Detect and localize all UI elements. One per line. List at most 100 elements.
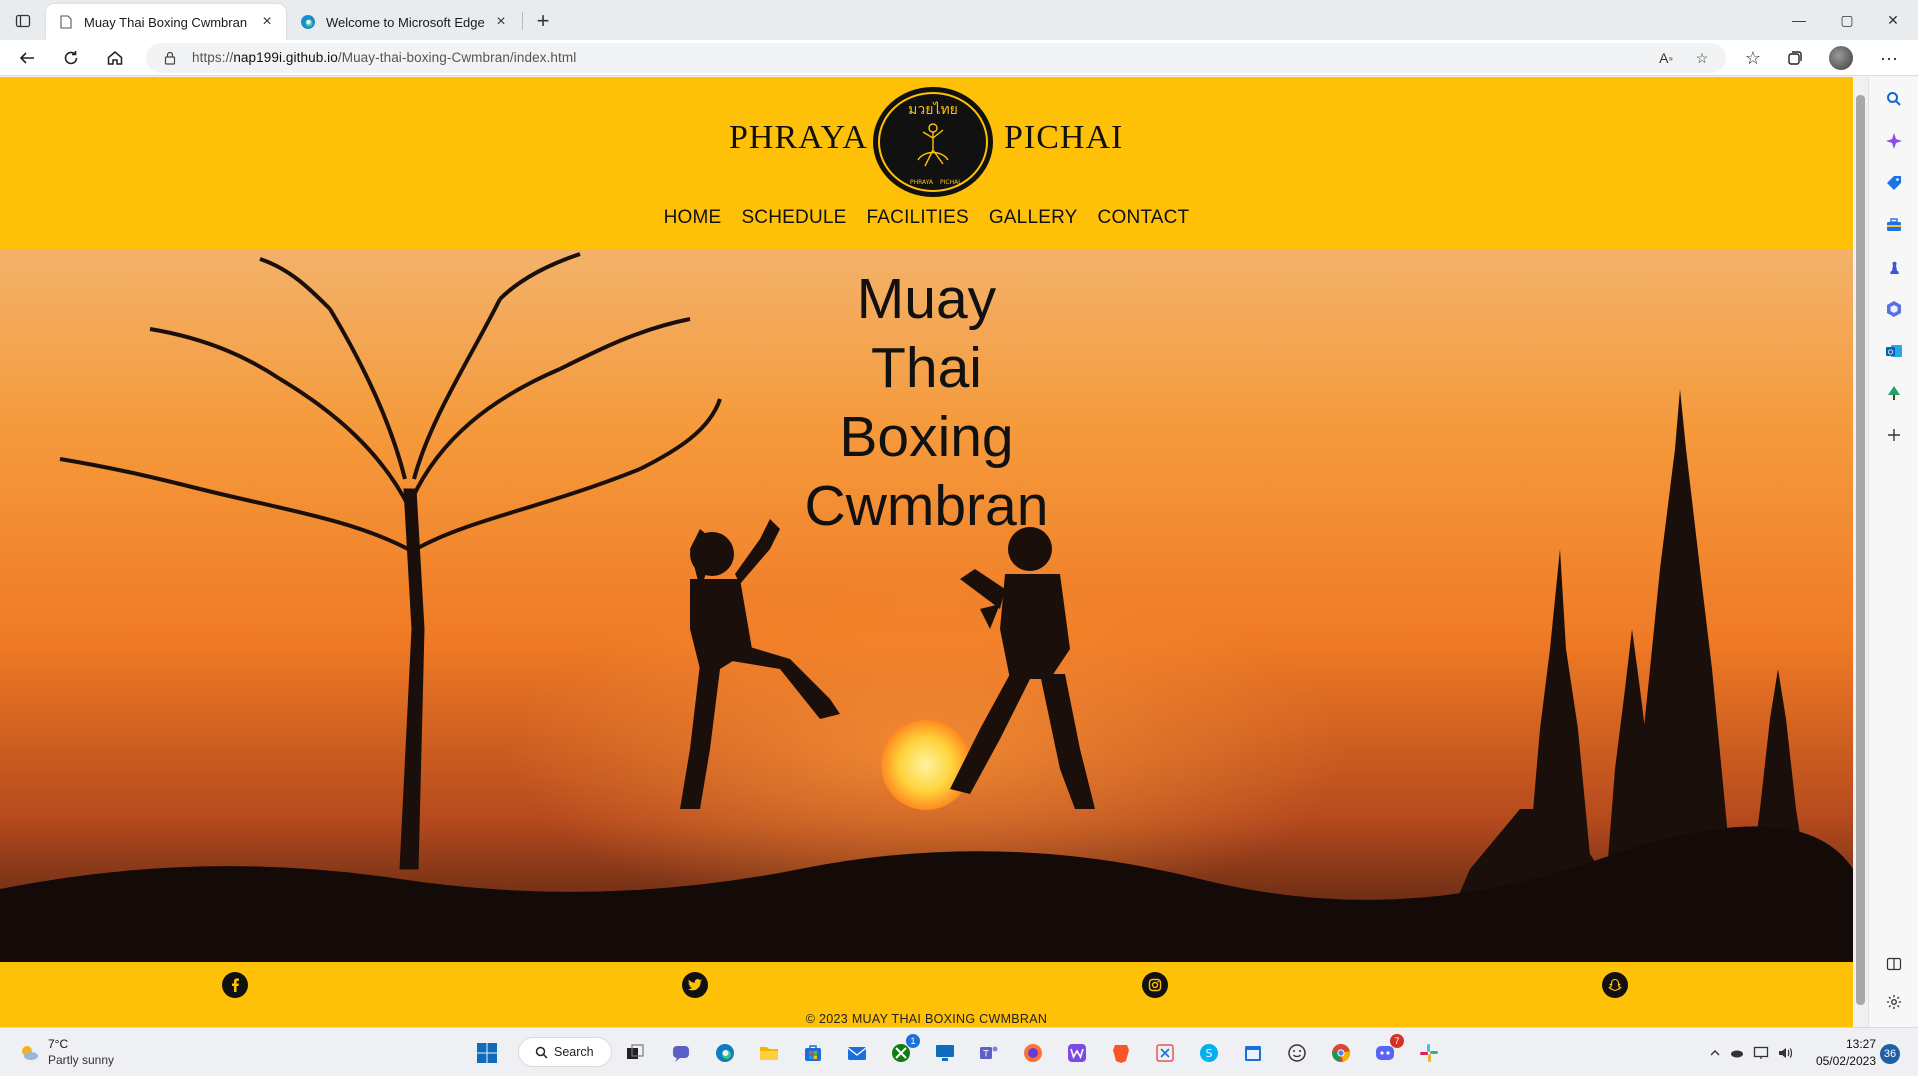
teams-chat-icon[interactable] xyxy=(666,1038,696,1068)
snipping-tool-icon[interactable] xyxy=(1150,1038,1180,1068)
logo-text-left: PHRAYA xyxy=(910,179,934,186)
url-path: /Muay-thai-boxing-Cwmbran/index.html xyxy=(337,50,577,65)
snapchat-icon[interactable] xyxy=(1602,972,1628,998)
close-window-button[interactable]: ✕ xyxy=(1870,6,1916,34)
hero-line: Cwmbran xyxy=(804,474,1049,538)
task-view-icon[interactable] xyxy=(620,1038,650,1068)
nav-home[interactable]: HOME xyxy=(664,207,722,229)
weather-temp[interactable]: 7°C xyxy=(48,1037,68,1051)
mail-icon[interactable] xyxy=(842,1038,872,1068)
add-favorite-icon[interactable]: ☆ xyxy=(1690,47,1714,69)
avatar xyxy=(1829,46,1853,70)
svg-text:S: S xyxy=(1206,1047,1213,1060)
microsoft-365-icon[interactable] xyxy=(1882,297,1906,321)
clock-time[interactable]: 13:27 xyxy=(1806,1037,1876,1051)
web-page: PHRAYA มวยไทย PHRAYA PICHAI PICHAI HOME … xyxy=(0,77,1853,1027)
hero-line: Thai xyxy=(871,336,982,400)
copyright-text: © 2023 MUAY THAI BOXING CWMBRAN xyxy=(805,1012,1048,1026)
edge-taskbar-icon[interactable] xyxy=(710,1038,740,1068)
nav-schedule[interactable]: SCHEDULE xyxy=(741,207,846,229)
calendar-icon[interactable] xyxy=(1238,1038,1268,1068)
notification-count-badge[interactable]: 36 xyxy=(1880,1044,1900,1064)
add-icon[interactable] xyxy=(1882,423,1906,447)
outlook-icon[interactable]: O xyxy=(1882,339,1906,363)
sparkle-icon[interactable] xyxy=(1882,129,1906,153)
page-icon xyxy=(58,14,74,30)
page-scrollbar[interactable] xyxy=(1853,77,1868,1027)
minimize-button[interactable]: — xyxy=(1776,6,1822,34)
url-text[interactable]: https://nap199i.github.io/Muay-thai-boxi… xyxy=(192,50,576,65)
new-tab-button[interactable]: + xyxy=(530,8,556,34)
logo-text-right: PICHAI xyxy=(940,179,960,186)
favorites-icon: ☆ xyxy=(1744,47,1762,68)
hero-line: Muay xyxy=(856,267,997,331)
tab-actions-icon[interactable] xyxy=(10,8,36,34)
teams-icon[interactable]: T xyxy=(974,1038,1004,1068)
slack-icon[interactable] xyxy=(1414,1038,1444,1068)
more-options-button[interactable]: ··· xyxy=(1874,44,1904,72)
collections-button[interactable] xyxy=(1780,44,1810,72)
url-host: nap199i.github.io xyxy=(233,50,338,65)
hero-title: Muay Thai Boxing Cwmbran xyxy=(0,265,1853,541)
close-tab-icon[interactable]: × xyxy=(492,13,510,31)
back-arrow-icon xyxy=(19,52,34,64)
xbox-icon[interactable]: 1 xyxy=(886,1034,920,1068)
shopping-tag-icon[interactable] xyxy=(1882,171,1906,195)
edge-sidebar: O xyxy=(1868,77,1918,1027)
home-button[interactable] xyxy=(100,44,130,72)
tree-icon[interactable] xyxy=(1882,381,1906,405)
twitter-icon[interactable] xyxy=(682,972,708,998)
nav-contact[interactable]: CONTACT xyxy=(1098,207,1190,229)
taskbar-search[interactable]: Search xyxy=(518,1037,612,1067)
tab-welcome-edge[interactable]: Welcome to Microsoft Edge × xyxy=(288,4,520,40)
emoji-icon[interactable] xyxy=(1282,1038,1312,1068)
split-screen-icon[interactable] xyxy=(1882,952,1906,976)
instagram-icon[interactable] xyxy=(1142,972,1168,998)
home-icon xyxy=(107,51,123,65)
notification-badge: 1 xyxy=(906,1034,920,1048)
site-header: PHRAYA มวยไทย PHRAYA PICHAI PICHAI HOME … xyxy=(0,77,1853,249)
file-explorer-icon[interactable] xyxy=(754,1038,784,1068)
gym-logo[interactable]: มวยไทย PHRAYA PICHAI xyxy=(872,86,994,198)
remote-desktop-icon[interactable] xyxy=(930,1038,960,1068)
browser-toolbar: https://nap199i.github.io/Muay-thai-boxi… xyxy=(0,40,1918,76)
refresh-button[interactable] xyxy=(56,44,86,72)
brave-icon[interactable] xyxy=(1106,1038,1136,1068)
games-chess-icon[interactable] xyxy=(1882,255,1906,279)
clock-date[interactable]: 05/02/2023 xyxy=(1806,1054,1876,1068)
collections-icon xyxy=(1788,51,1802,65)
favorites-button[interactable]: ☆ xyxy=(1738,44,1768,72)
nav-gallery[interactable]: GALLERY xyxy=(989,207,1078,229)
microsoft-store-icon[interactable] xyxy=(798,1038,828,1068)
facebook-icon[interactable] xyxy=(222,972,248,998)
read-aloud-icon[interactable]: A» xyxy=(1654,47,1678,69)
tab-muay-thai[interactable]: Muay Thai Boxing Cwmbran × xyxy=(46,4,286,40)
gear-icon[interactable] xyxy=(1882,990,1906,1014)
ellipsis-icon: ··· xyxy=(1880,47,1898,68)
windows-start-icon[interactable] xyxy=(472,1038,502,1068)
profile-button[interactable] xyxy=(1826,44,1856,72)
maximize-button[interactable]: ▢ xyxy=(1824,6,1870,34)
nav-facilities[interactable]: FACILITIES xyxy=(867,207,969,229)
discord-icon[interactable]: 7 xyxy=(1370,1034,1404,1068)
close-tab-icon[interactable]: × xyxy=(258,13,276,31)
search-label: Search xyxy=(554,1045,594,1059)
chrome-icon[interactable] xyxy=(1326,1038,1356,1068)
back-button[interactable] xyxy=(12,44,42,72)
scrollbar-thumb[interactable] xyxy=(1856,95,1865,1005)
svg-text:T: T xyxy=(982,1050,989,1060)
edge-icon xyxy=(300,14,316,30)
main-nav: HOME SCHEDULE FACILITIES GALLERY CONTACT xyxy=(0,207,1853,229)
lock-icon[interactable] xyxy=(162,50,178,66)
weather-sun-cloud-icon[interactable] xyxy=(14,1038,44,1068)
volume-icon[interactable] xyxy=(1770,1038,1800,1068)
firefox-icon[interactable] xyxy=(1018,1038,1048,1068)
url-prefix: https:// xyxy=(192,50,234,65)
search-icon[interactable] xyxy=(1882,87,1906,111)
weather-desc[interactable]: Partly sunny xyxy=(48,1053,114,1067)
w-app-icon[interactable] xyxy=(1062,1038,1092,1068)
skype-icon[interactable]: S xyxy=(1194,1038,1224,1068)
address-bar[interactable]: https://nap199i.github.io/Muay-thai-boxi… xyxy=(146,43,1726,73)
tools-briefcase-icon[interactable] xyxy=(1882,213,1906,237)
hero-line: Boxing xyxy=(839,405,1014,469)
